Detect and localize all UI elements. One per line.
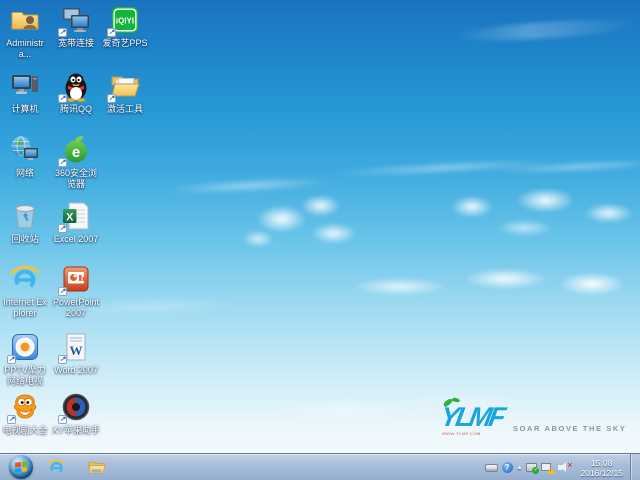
windows-flag-icon bbox=[15, 461, 27, 473]
shortcut-arrow-icon bbox=[58, 415, 67, 424]
shortcut-arrow-icon bbox=[107, 28, 116, 37]
network-warning-icon[interactable] bbox=[541, 462, 556, 474]
icon-label: Excel 2007 bbox=[53, 234, 99, 244]
clock-date: 2016/12/15 bbox=[580, 467, 623, 478]
icon-label: 电视剧大全 bbox=[2, 425, 48, 435]
icon-label: 宽带连接 bbox=[57, 38, 94, 48]
desktop-icon-broadband[interactable]: 宽带连接 bbox=[52, 4, 100, 49]
svg-text:iQIYI: iQIYI bbox=[116, 17, 134, 26]
icon-label: 腾讯QQ bbox=[59, 104, 92, 114]
taskbar-explorer-button[interactable] bbox=[84, 456, 108, 479]
network-globe-icon bbox=[9, 134, 41, 166]
powerpoint-icon bbox=[58, 263, 92, 296]
ylmf-brand-text: YLMF bbox=[438, 402, 506, 432]
icon-label: XY苹果助手 bbox=[52, 425, 101, 435]
start-button[interactable] bbox=[9, 455, 33, 479]
360-browser-icon: e bbox=[58, 134, 92, 167]
desktop-icon-iqiyi[interactable]: iQIYI 爱奇艺PPS bbox=[101, 4, 149, 49]
icon-label: 计算机 bbox=[11, 104, 39, 114]
desktop-icon-administrator[interactable]: Administra... bbox=[1, 4, 49, 59]
icon-label: 爱奇艺PPS bbox=[102, 38, 148, 48]
system-tray: 15:08 2016/12/15 bbox=[483, 454, 640, 480]
icon-label: Word 2007 bbox=[54, 365, 98, 375]
icon-label: 网络 bbox=[15, 168, 34, 178]
shortcut-arrow-icon bbox=[58, 94, 67, 103]
icon-label: Internet Explorer bbox=[3, 297, 47, 318]
word-icon: W bbox=[58, 331, 92, 364]
input-indicator-icon[interactable] bbox=[484, 463, 498, 472]
desktop-icon-pptv[interactable]: PPTV聚力 网络电视 bbox=[1, 331, 49, 386]
icon-label: PowerPoint 2007 bbox=[52, 297, 100, 318]
icon-label: 激活工具 bbox=[106, 104, 143, 114]
internet-explorer-icon bbox=[9, 263, 41, 295]
desktop: YLMF WWW.YLMF.COM SOAR ABOVE THE SKY Adm… bbox=[0, 0, 640, 480]
desktop-icon-qq[interactable]: 腾讯QQ bbox=[52, 70, 100, 115]
shortcut-arrow-icon bbox=[58, 355, 67, 364]
desktop-icon-360-browser[interactable]: e 360安全浏览器 bbox=[52, 134, 100, 189]
clock-time: 15:08 bbox=[591, 457, 613, 468]
desktop-icon-powerpoint[interactable]: PowerPoint 2007 bbox=[52, 263, 100, 318]
shortcut-arrow-icon bbox=[7, 415, 16, 424]
svg-text:e: e bbox=[72, 144, 80, 161]
desktop-icon-excel[interactable]: X Excel 2007 bbox=[52, 200, 100, 245]
hidden-icons-chevron[interactable] bbox=[517, 464, 523, 472]
open-folder-icon bbox=[107, 70, 141, 103]
shortcut-arrow-icon bbox=[58, 158, 67, 167]
desktop-icon-recycle-bin[interactable]: 回收站 bbox=[1, 200, 49, 245]
shortcut-arrow-icon bbox=[107, 94, 116, 103]
tv-mascot-icon bbox=[7, 391, 41, 424]
ylmf-logo: YLMF WWW.YLMF.COM SOAR ABOVE THE SKY bbox=[437, 397, 625, 441]
folder-icon bbox=[87, 461, 105, 474]
shortcut-arrow-icon bbox=[7, 355, 16, 364]
device-ready-icon[interactable] bbox=[526, 463, 540, 474]
desktop-icon-word[interactable]: W Word 2007 bbox=[52, 331, 100, 376]
icon-label: PPTV聚力 网络电视 bbox=[4, 365, 46, 386]
iqiyi-icon: iQIYI bbox=[107, 4, 141, 37]
computer-icon bbox=[9, 70, 41, 102]
shortcut-arrow-icon bbox=[58, 224, 67, 233]
show-desktop-button[interactable] bbox=[630, 454, 640, 480]
svg-text:X: X bbox=[66, 212, 74, 224]
xy-disc-icon bbox=[58, 391, 92, 424]
taskbar: 15:08 2016/12/15 bbox=[0, 453, 640, 480]
excel-icon: X bbox=[58, 200, 92, 233]
desktop-icon-activation-tools[interactable]: 激活工具 bbox=[101, 70, 149, 115]
svg-text:W: W bbox=[70, 343, 83, 358]
desktop-icon-internet-explorer[interactable]: Internet Explorer bbox=[1, 263, 49, 318]
icon-label: 回收站 bbox=[11, 234, 39, 244]
ylmf-slogan-text: SOAR ABOVE THE SKY bbox=[513, 424, 627, 433]
pptv-icon bbox=[7, 331, 41, 364]
desktop-icon-computer[interactable]: 计算机 bbox=[1, 70, 49, 115]
icon-label: Administra... bbox=[6, 38, 44, 59]
user-folder-icon bbox=[9, 4, 41, 36]
taskbar-ie-button[interactable] bbox=[44, 456, 68, 479]
icon-label: 360安全浏览器 bbox=[54, 168, 98, 189]
shortcut-arrow-icon bbox=[58, 287, 67, 296]
internet-explorer-icon bbox=[47, 459, 65, 475]
shortcut-arrow-icon bbox=[58, 28, 67, 37]
volume-muted-icon[interactable] bbox=[558, 461, 572, 473]
qq-penguin-icon bbox=[58, 70, 92, 103]
recycle-bin-icon bbox=[9, 200, 41, 232]
desktop-icon-tv-series[interactable]: 电视剧大全 bbox=[1, 391, 49, 436]
desktop-icon-xy-assistant[interactable]: XY苹果助手 bbox=[52, 391, 100, 436]
taskbar-clock[interactable]: 15:08 2016/12/15 bbox=[573, 458, 630, 478]
help-icon[interactable] bbox=[501, 462, 513, 473]
broadband-icon bbox=[58, 4, 92, 37]
desktop-icon-network[interactable]: 网络 bbox=[1, 134, 49, 179]
ylmf-website-text: WWW.YLMF.COM bbox=[442, 431, 481, 436]
